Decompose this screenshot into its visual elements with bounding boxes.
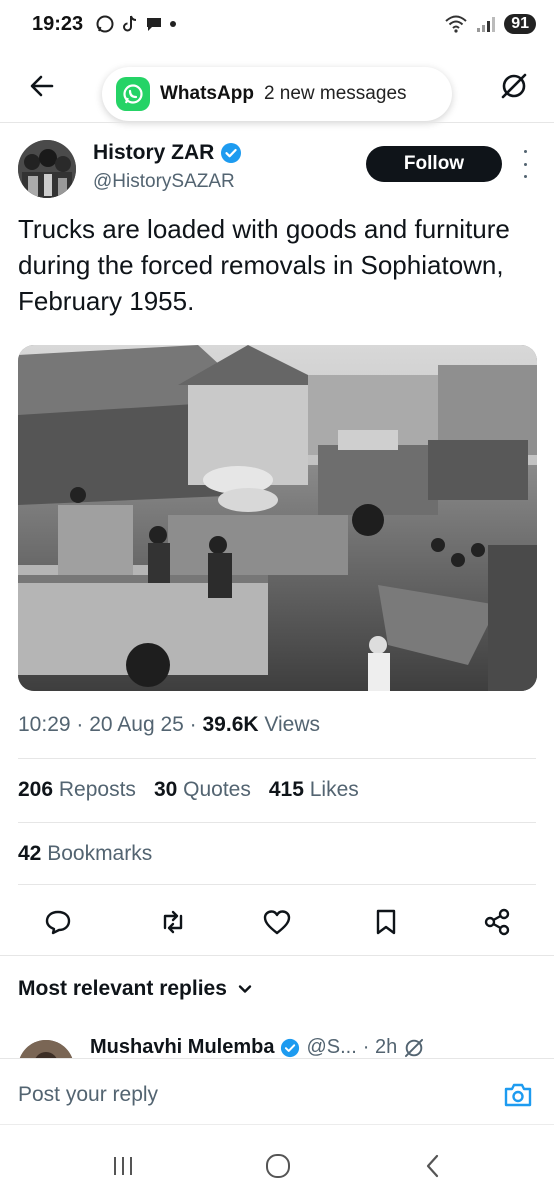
author-name[interactable]: History ZAR bbox=[93, 141, 242, 165]
signal-icon bbox=[477, 17, 496, 32]
battery-indicator: 91 bbox=[504, 14, 536, 34]
post-photo[interactable] bbox=[18, 345, 537, 691]
like-button[interactable] bbox=[261, 906, 293, 938]
author-handle[interactable]: @HistorySAZAR bbox=[93, 171, 235, 193]
likes-label: Likes bbox=[309, 778, 359, 801]
quotes-label: Quotes bbox=[183, 778, 251, 801]
status-notification-icons bbox=[95, 14, 177, 34]
status-bar: 19:23 91 bbox=[0, 0, 554, 48]
actions-divider bbox=[0, 955, 554, 956]
reply-button[interactable] bbox=[42, 906, 74, 938]
meta-divider bbox=[18, 758, 536, 759]
bookmarks-label: Bookmarks bbox=[47, 842, 153, 865]
bookmarks-divider bbox=[18, 884, 536, 885]
comment-icon bbox=[45, 910, 71, 935]
verified-badge-icon bbox=[281, 1038, 300, 1057]
bookmarks-count: 42 bbox=[18, 842, 42, 865]
post-time: 10:29 bbox=[18, 713, 71, 736]
engagement-stats: 206 Reposts 30 Quotes 415 Likes bbox=[18, 778, 359, 802]
home-icon bbox=[266, 1154, 290, 1178]
reply-author-handle[interactable]: @S... bbox=[306, 1036, 356, 1059]
notification-app-name: WhatsApp bbox=[160, 83, 254, 104]
replies-heading: Most relevant replies bbox=[18, 977, 227, 1000]
repost-icon bbox=[163, 910, 183, 934]
home-button[interactable] bbox=[263, 1151, 293, 1181]
post-text: Trucks are loaded with goods and furnitu… bbox=[18, 214, 510, 316]
back-button[interactable] bbox=[24, 68, 60, 104]
more-options-icon[interactable] bbox=[518, 150, 532, 178]
chat-status-icon bbox=[147, 18, 162, 31]
verified-badge-icon bbox=[221, 143, 242, 163]
reply-composer: Post your reply bbox=[0, 1058, 554, 1124]
action-bar bbox=[0, 902, 554, 942]
chevron-left-icon bbox=[426, 1154, 439, 1178]
grok-button[interactable] bbox=[496, 68, 532, 104]
whatsapp-notification[interactable]: WhatsApp 2 new messages bbox=[102, 67, 452, 121]
whatsapp-status-icon bbox=[96, 15, 114, 33]
chevron-down-icon bbox=[238, 985, 252, 993]
recent-apps-button[interactable] bbox=[108, 1151, 138, 1181]
system-back-button[interactable] bbox=[418, 1151, 448, 1181]
bookmark-button[interactable] bbox=[370, 906, 402, 938]
reposts-count: 206 bbox=[18, 778, 54, 801]
grok-icon bbox=[405, 1038, 424, 1057]
share-button[interactable] bbox=[481, 906, 513, 938]
author-name-text: History ZAR bbox=[93, 141, 215, 164]
system-nav-bar bbox=[0, 1124, 554, 1200]
stats-divider bbox=[18, 822, 536, 823]
share-icon bbox=[484, 908, 510, 936]
likes-count: 415 bbox=[268, 778, 304, 801]
repost-button[interactable] bbox=[157, 906, 189, 938]
camera-button[interactable] bbox=[502, 1079, 534, 1111]
reposts-stat[interactable]: 206 Reposts bbox=[18, 778, 136, 802]
grok-icon bbox=[501, 73, 527, 99]
bookmark-icon bbox=[376, 909, 396, 935]
arrow-left-icon bbox=[30, 75, 54, 97]
post-meta: 10:29 · 20 Aug 25 · 39.6K Views bbox=[18, 713, 321, 736]
notification-message: 2 new messages bbox=[263, 83, 407, 104]
camera-icon bbox=[504, 1083, 532, 1107]
whatsapp-icon bbox=[116, 77, 150, 111]
heart-icon bbox=[263, 910, 291, 935]
wifi-icon bbox=[445, 15, 467, 33]
likes-stat[interactable]: 415 Likes bbox=[269, 778, 359, 802]
quotes-count: 30 bbox=[153, 778, 178, 801]
follow-button[interactable]: Follow bbox=[366, 146, 502, 182]
status-time: 19:23 bbox=[32, 12, 84, 35]
replies-sort-dropdown[interactable]: Most relevant replies bbox=[18, 977, 253, 1001]
views-count: 39.6K bbox=[202, 713, 259, 736]
bookmarks-stat[interactable]: 42 Bookmarks bbox=[18, 842, 152, 866]
header-divider bbox=[0, 122, 554, 123]
reply-time: · 2h bbox=[362, 1036, 398, 1058]
reply-header: Mushavhi Mulemba @S... · 2h bbox=[90, 1036, 425, 1059]
author-avatar[interactable] bbox=[18, 140, 76, 198]
tiktok-status-icon bbox=[123, 15, 137, 32]
reposts-label: Reposts bbox=[58, 778, 136, 801]
dot-status-icon bbox=[170, 21, 177, 27]
quotes-stat[interactable]: 30 Quotes bbox=[154, 778, 251, 802]
reply-author-name[interactable]: Mushavhi Mulemba bbox=[90, 1036, 274, 1059]
reply-input[interactable]: Post your reply bbox=[18, 1083, 158, 1107]
post-date: 20 Aug 25 bbox=[89, 713, 184, 736]
views-label: Views bbox=[264, 713, 321, 736]
status-right: 91 bbox=[444, 14, 536, 34]
recent-apps-icon bbox=[114, 1157, 132, 1175]
